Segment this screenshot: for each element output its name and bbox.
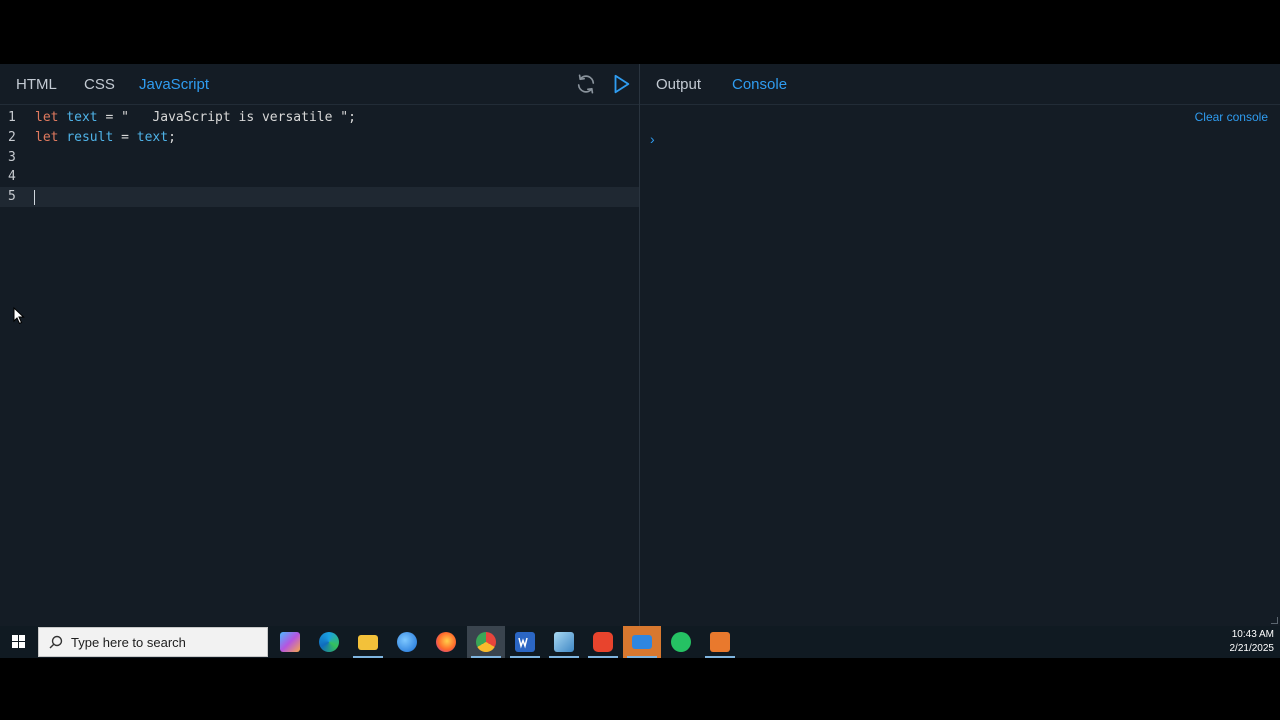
chrome-app[interactable] [467,626,505,658]
brave-icon [593,632,613,652]
word-app[interactable] [506,626,544,658]
start-button[interactable] [0,626,36,658]
code-rest: = " JavaScript is versatile "; [97,110,356,125]
output-pane: Output Console Clear console › [640,64,1280,626]
tab-console[interactable]: Console [732,76,787,93]
firefox-app[interactable] [427,626,465,658]
text-cursor [34,190,35,205]
mail-icon [632,635,652,649]
edge-app[interactable] [310,626,348,658]
tab-css[interactable]: CSS [84,76,115,93]
whatsapp-app[interactable] [662,626,700,658]
tab-html[interactable]: HTML [16,76,57,93]
editor-pane: HTML CSS JavaScript 1 let text = " JavaS… [0,64,639,626]
clock-time: 10:43 AM [1231,629,1274,640]
code-rest: = [113,130,137,145]
tab-javascript[interactable]: JavaScript [139,76,209,93]
keyword: let [35,130,59,145]
system-clock[interactable]: 10:43 AM 2/21/2025 [1230,628,1275,656]
top-black-band [0,0,1280,64]
code-rest: ; [168,130,176,145]
folder-icon [358,635,378,650]
m365-icon [280,632,300,652]
presentation-app[interactable] [701,626,739,658]
line-number: 4 [8,169,16,184]
current-code-line: 5 [0,187,639,207]
variable: text [66,110,98,125]
resize-grip-icon[interactable] [1271,617,1278,624]
code-line: 4 [0,167,639,187]
variable: text [136,130,169,145]
code-line: 1 let text = " JavaScript is versatile "… [0,108,639,128]
file-explorer-app[interactable] [349,626,387,658]
word-icon [515,632,535,652]
windows-logo-icon [12,635,25,648]
code-text: let text = " JavaScript is versatile "; [35,108,356,128]
presentation-icon [710,632,730,652]
windows-taskbar: Type here to search 10:43 AM 2/21/2025 [0,626,1280,658]
thunderbird-app[interactable] [388,626,426,658]
line-number: 5 [8,189,16,204]
line-number: 1 [8,110,16,125]
clock-date: 2/21/2025 [1229,643,1275,654]
brave-app[interactable] [584,626,622,658]
notepad-app[interactable] [545,626,583,658]
edge-icon [319,632,339,652]
code-text: let result = text; [35,128,176,148]
firefox-icon [436,632,456,652]
code-playground: HTML CSS JavaScript 1 let text = " JavaS… [0,64,1280,626]
taskbar-search-box[interactable]: Type here to search [38,627,268,657]
tab-output[interactable]: Output [656,76,701,93]
code-editor[interactable]: 1 let text = " JavaScript is versatile "… [0,105,639,626]
search-placeholder: Type here to search [71,635,186,650]
m365-app[interactable] [271,626,309,658]
editor-tab-bar: HTML CSS JavaScript [0,64,639,105]
code-line: 2 let result = text; [0,128,639,148]
keyword: let [35,110,59,125]
thunderbird-icon [397,632,417,652]
variable: result [66,130,114,145]
code-line: 3 [0,148,639,168]
bottom-black-band [0,658,1280,720]
chrome-icon [476,632,496,652]
whatsapp-icon [671,632,691,652]
refresh-icon[interactable] [575,73,597,95]
search-icon [49,635,63,649]
clear-console-button[interactable]: Clear console [1195,110,1268,124]
mouse-pointer-icon [13,307,25,325]
console-prompt[interactable]: › [650,131,655,147]
output-tab-bar: Output Console [640,64,1280,105]
notepad-icon [554,632,574,652]
line-number: 3 [8,150,16,165]
mail-app[interactable] [623,626,661,658]
line-number: 2 [8,130,16,145]
play-icon[interactable] [610,73,632,95]
